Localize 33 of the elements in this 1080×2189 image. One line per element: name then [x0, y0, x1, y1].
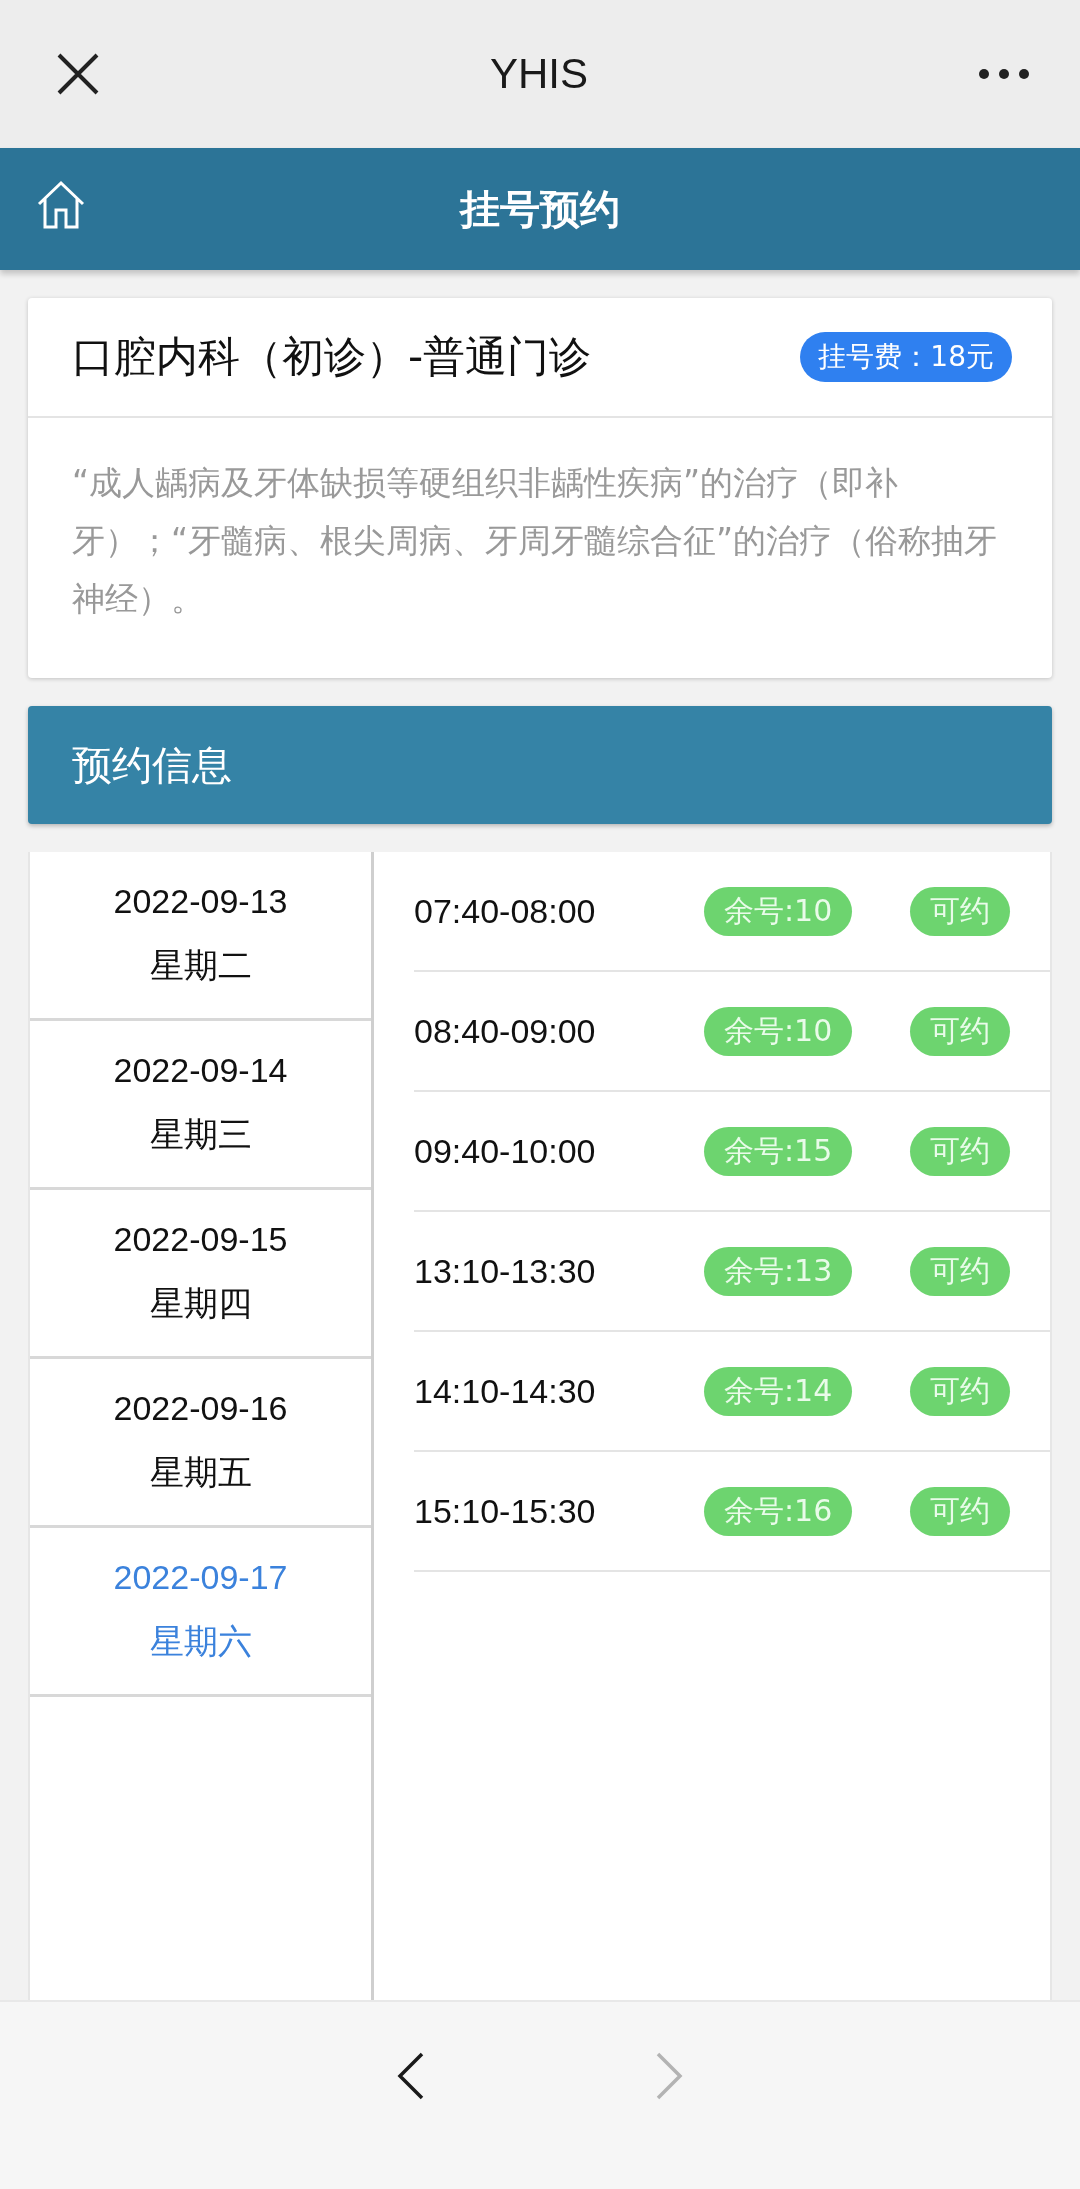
page-title: 挂号预约 [460, 184, 620, 234]
close-icon[interactable] [56, 52, 100, 96]
remaining-badge: 余号:16 [704, 1486, 853, 1536]
window-title: YHIS [490, 50, 588, 98]
book-button[interactable]: 可约 [910, 1126, 1010, 1176]
back-icon[interactable] [397, 2051, 425, 2100]
book-button[interactable]: 可约 [910, 1006, 1010, 1056]
slot-time: 14:10-14:30 [414, 1371, 597, 1411]
date-item[interactable]: 2022-09-15 星期四 [30, 1190, 371, 1359]
date-item[interactable]: 2022-09-13 星期二 [30, 852, 371, 1021]
book-button[interactable]: 可约 [910, 1486, 1010, 1536]
slot-time: 15:10-15:30 [414, 1491, 597, 1531]
date-item[interactable]: 2022-09-17 星期六 [30, 1528, 371, 1697]
slot-time: 09:40-10:00 [414, 1131, 597, 1171]
remaining-badge: 余号:15 [704, 1126, 853, 1176]
book-button[interactable]: 可约 [910, 1246, 1010, 1296]
book-button[interactable]: 可约 [910, 886, 1010, 936]
more-icon[interactable] [978, 68, 1030, 80]
section-title: 预约信息 [72, 740, 232, 790]
department-title: 口腔内科（初诊）-普通门诊 [72, 331, 592, 383]
date-item[interactable]: 2022-09-14 星期三 [30, 1021, 371, 1190]
remaining-badge: 余号:10 [704, 886, 853, 936]
book-button[interactable]: 可约 [910, 1366, 1010, 1416]
slot-time: 07:40-08:00 [414, 891, 597, 931]
date-item[interactable]: 2022-09-16 星期五 [30, 1359, 371, 1528]
home-icon[interactable] [36, 180, 86, 230]
remaining-badge: 余号:10 [704, 1006, 853, 1056]
slot-time: 08:40-09:00 [414, 1011, 597, 1051]
department-description: “成人龋病及牙体缺损等硬组织非龋性疾病”的治疗（即补牙）；“牙髓病、根尖周病、牙周牙髓综合征”的治疗（俗称抽牙神经）。 [71, 462, 999, 620]
remaining-badge: 余号:13 [704, 1246, 853, 1296]
slot-time: 13:10-13:30 [414, 1251, 597, 1291]
fee-badge: 挂号费：18元 [800, 332, 1012, 382]
remaining-badge: 余号:14 [704, 1366, 853, 1416]
